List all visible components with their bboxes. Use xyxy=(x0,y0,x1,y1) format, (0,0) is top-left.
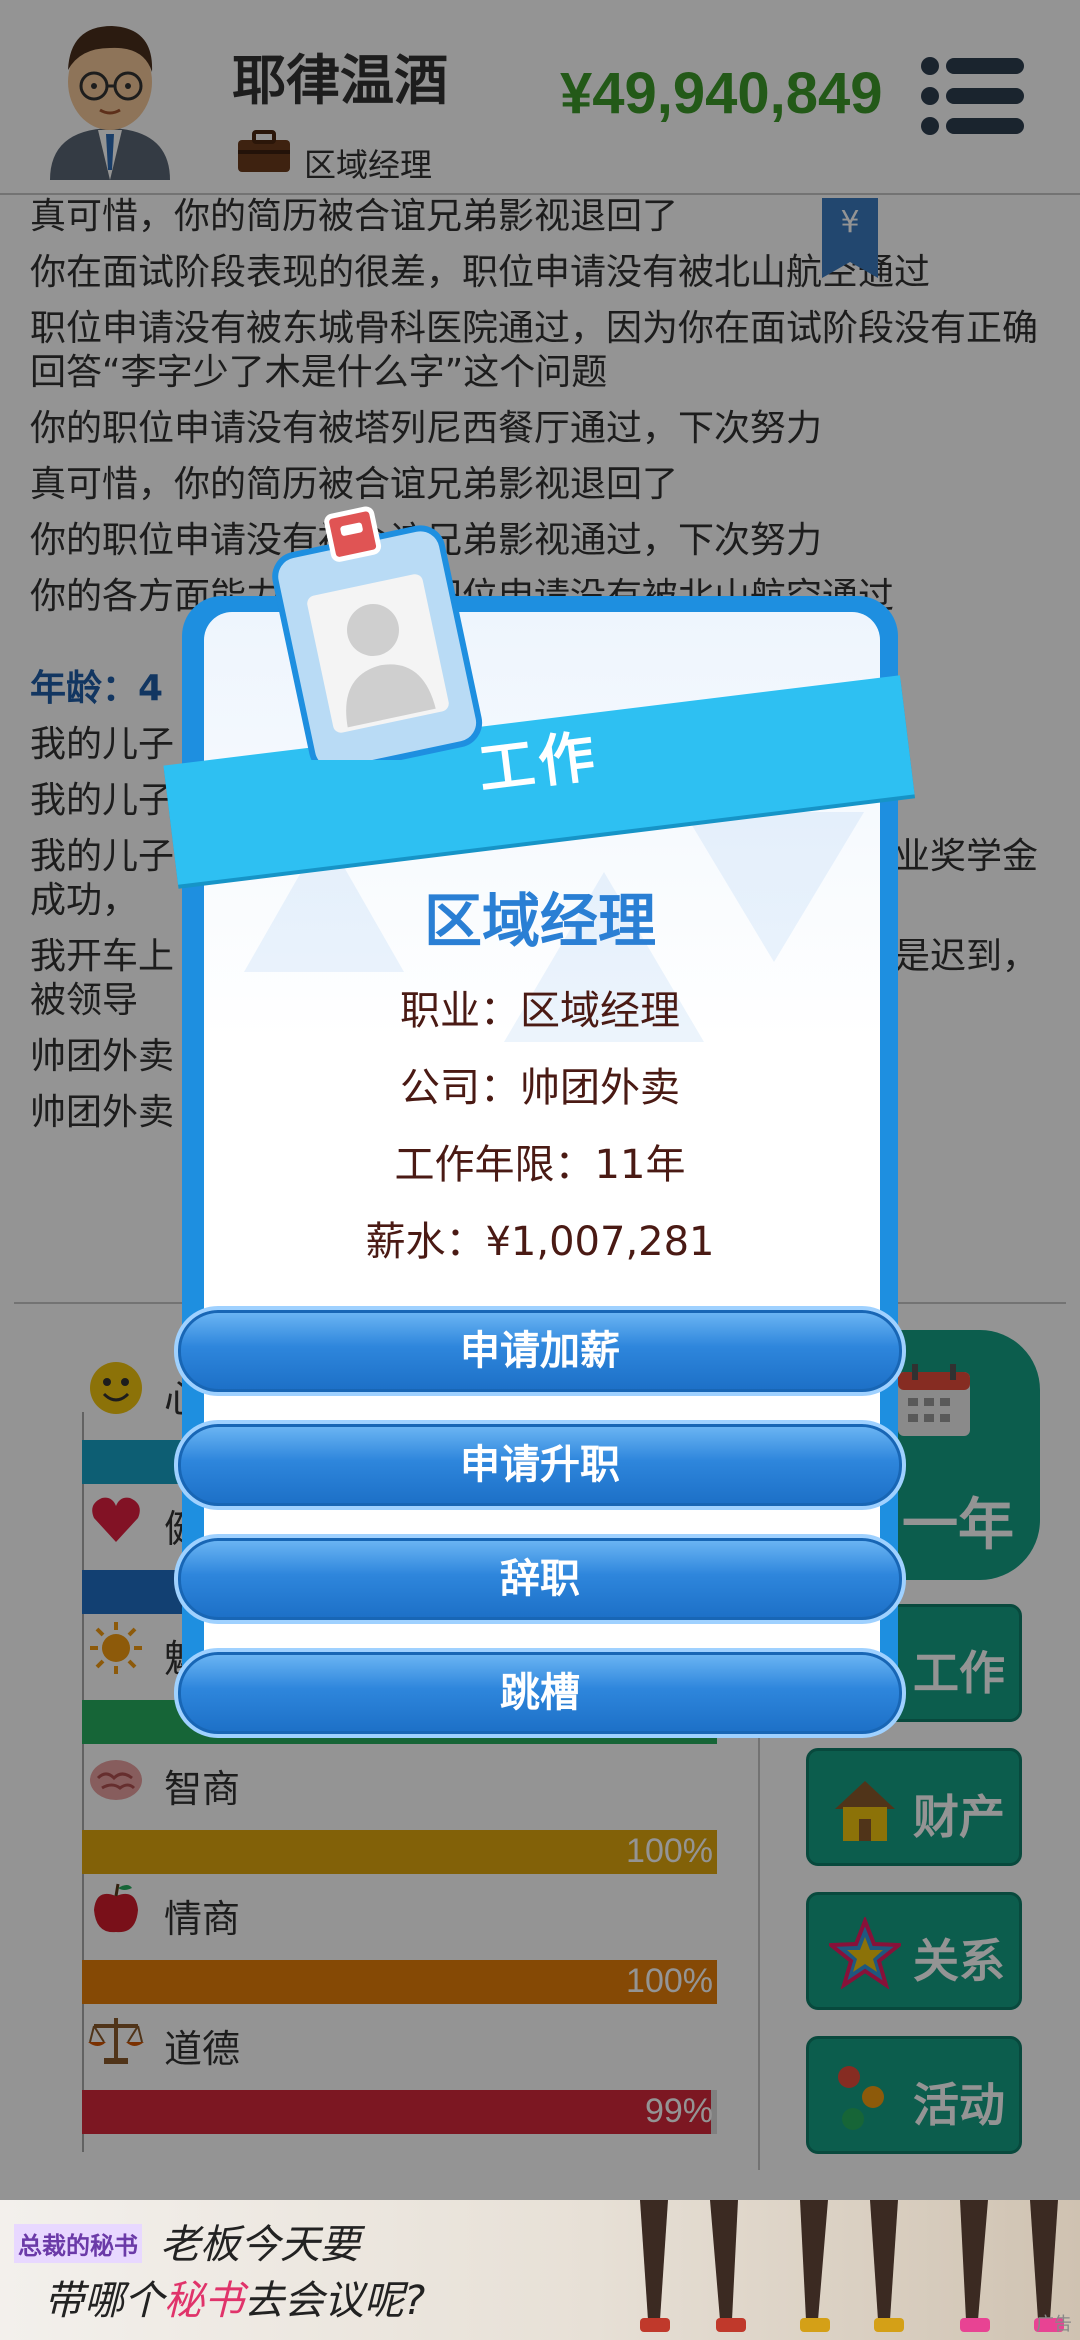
ad-line-2: 带哪个秘书去会议呢? xyxy=(44,2278,426,2324)
years-text: 工作年限：11年 xyxy=(394,1142,686,1188)
request-raise-button[interactable]: 申请加薪 xyxy=(174,1306,906,1396)
job-hop-button[interactable]: 跳槽 xyxy=(174,1648,906,1738)
salary-text: 薪水：¥1,007,281 xyxy=(365,1219,715,1265)
dialog-header: 工作 xyxy=(475,723,603,804)
company-text: 公司：帅团外卖 xyxy=(400,1065,680,1111)
ad-line-1: 老板今天要 xyxy=(160,2222,360,2268)
ad-banner[interactable]: 总裁的秘书 老板今天要 带哪个秘书去会议呢? 广告 xyxy=(0,2200,1080,2340)
id-badge-icon xyxy=(272,506,483,760)
occupation-text: 职业：区域经理 xyxy=(400,988,680,1034)
request-promotion-button[interactable]: 申请升职 xyxy=(174,1420,906,1510)
ad-image xyxy=(640,2200,1064,2332)
resign-button[interactable]: 辞职 xyxy=(174,1534,906,1624)
dialog-title: 区域经理 xyxy=(423,887,656,955)
ad-logo: 总裁的秘书 xyxy=(14,2224,142,2263)
ad-tag: 广告 xyxy=(1036,2314,1072,2335)
